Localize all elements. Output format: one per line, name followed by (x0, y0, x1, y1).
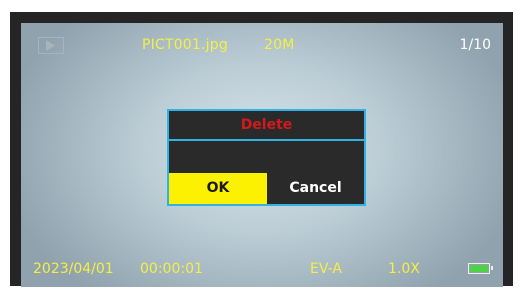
date: 2023/04/01 (33, 261, 114, 277)
battery-full-icon (468, 263, 493, 274)
image-counter: 1/10 (459, 37, 491, 53)
ok-button[interactable]: OK (169, 173, 267, 204)
cancel-button[interactable]: Cancel (267, 173, 364, 204)
time: 00:00:01 (140, 261, 203, 277)
filename: PICT001.jpg (142, 37, 228, 53)
play-icon[interactable] (38, 37, 64, 54)
zoom-level: 1.0X (388, 261, 420, 277)
resolution: 20M (264, 37, 295, 53)
playback-screen: PICT001.jpg 20M 1/10 Delete OK Cancel 20… (21, 23, 503, 287)
ev-mode: EV-A (310, 261, 342, 277)
delete-dialog: Delete OK Cancel (167, 109, 366, 206)
dialog-title: Delete (169, 111, 364, 141)
